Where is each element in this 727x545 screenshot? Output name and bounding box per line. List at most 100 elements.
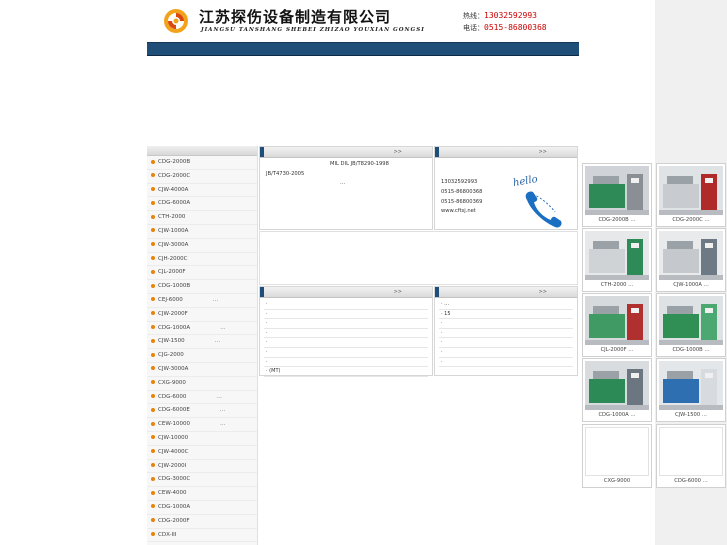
product-caption[interactable]: CDG-1000A …: [583, 412, 651, 418]
faq-list-item[interactable]: ·: [439, 329, 573, 339]
product-list-item[interactable]: CDG-1000A: [147, 501, 257, 515]
bullet-icon: [151, 518, 155, 523]
panel-header: >>: [260, 287, 432, 298]
machine-photo-icon[interactable]: [585, 166, 649, 215]
news-list-item[interactable]: ·: [264, 338, 428, 348]
product-list-item[interactable]: CJW-3000A: [147, 363, 257, 377]
bullet-icon: [151, 325, 155, 330]
product-list-item[interactable]: CDG-1000A…: [147, 322, 257, 336]
product-card[interactable]: CXG-9000: [582, 424, 652, 488]
machine-photo-icon[interactable]: [659, 231, 723, 280]
product-caption[interactable]: CDG-6000 …: [657, 478, 725, 484]
product-card[interactable]: CJW-1500 …: [656, 358, 726, 422]
faq-list: · … · 15 · · · · ·: [435, 298, 577, 369]
news-list-item[interactable]: ·: [264, 300, 428, 310]
product-caption[interactable]: CJW-1000A …: [657, 282, 725, 288]
news-list-item[interactable]: ·: [264, 310, 428, 320]
product-list-item[interactable]: CDG-1000B: [147, 280, 257, 294]
machine-photo-icon[interactable]: [585, 296, 649, 345]
product-list-item[interactable]: CDG-6000…: [147, 391, 257, 405]
product-list-label: CJW-3000A: [158, 365, 189, 372]
product-list-item[interactable]: CEW-4000: [147, 487, 257, 501]
news-list-item[interactable]: ·: [264, 329, 428, 339]
product-list-item[interactable]: CJL-2000F: [147, 266, 257, 281]
bullet-icon: [151, 435, 155, 440]
product-list-item[interactable]: CXG-9000: [147, 377, 257, 391]
product-card[interactable]: CJW-1000A …: [656, 228, 726, 292]
news-list-item[interactable]: ·: [264, 348, 428, 358]
product-list-item[interactable]: CJW-4000C: [147, 446, 257, 460]
more-link[interactable]: >>: [539, 289, 547, 295]
company-logo-icon[interactable]: [163, 8, 189, 34]
product-card[interactable]: CDG-6000 …: [656, 424, 726, 488]
product-list-item[interactable]: CJW-1000A: [147, 225, 257, 239]
machine-photo-icon[interactable]: [659, 296, 723, 345]
product-card[interactable]: CDG-2000B …: [582, 163, 652, 227]
product-list-item[interactable]: CJW-3000A: [147, 239, 257, 253]
bullet-icon: [151, 297, 155, 302]
faq-list-item[interactable]: · …: [439, 300, 573, 310]
about-line: JB/T4730-2005: [266, 170, 305, 177]
product-card[interactable]: CDG-1000B …: [656, 293, 726, 357]
product-list-item[interactable]: CJW-2000I: [147, 460, 257, 474]
product-caption[interactable]: CDG-1000B …: [657, 347, 725, 353]
news-list-item[interactable]: ·: [264, 358, 428, 368]
faq-list-item[interactable]: ·: [439, 338, 573, 348]
product-list-label: CDG-2000B: [158, 159, 191, 165]
product-caption[interactable]: CJW-1500 …: [657, 412, 725, 418]
banner-area: [147, 56, 655, 146]
product-list-item[interactable]: CJW-1500…: [147, 335, 257, 350]
product-caption[interactable]: CXG-9000: [583, 478, 651, 484]
bullet-icon: [151, 228, 155, 233]
product-list-item[interactable]: CDG-2000C: [147, 170, 257, 184]
faq-list-item[interactable]: · 15: [439, 310, 573, 320]
product-card[interactable]: CJL-2000F …: [582, 293, 652, 357]
product-list-item[interactable]: CDX-III: [147, 529, 257, 543]
product-list-label: CJW-1000A: [158, 227, 189, 234]
product-list-item[interactable]: CDG-2000B: [147, 156, 257, 170]
product-list-item[interactable]: CDG-6000A: [147, 197, 257, 212]
hotline-label: 热线：: [463, 12, 484, 20]
product-list-item[interactable]: CDG-2000F: [147, 515, 257, 529]
product-caption[interactable]: CDG-2000B …: [583, 217, 651, 223]
product-list-item[interactable]: CDG-6000E…: [147, 404, 257, 419]
product-image-placeholder[interactable]: [659, 427, 723, 476]
nav-bar[interactable]: [147, 42, 579, 56]
product-list-item[interactable]: CJW-2000F: [147, 308, 257, 322]
panel-marker: [260, 147, 264, 157]
news-list-item[interactable]: ·: [264, 319, 428, 329]
faq-list-item[interactable]: ·: [439, 348, 573, 358]
news-list-item[interactable]: · (MT): [264, 367, 428, 377]
product-list-label: CDG-2000F: [158, 517, 190, 524]
bullet-icon: [151, 173, 155, 178]
machine-photo-icon[interactable]: [659, 166, 723, 215]
panel-marker: [435, 147, 439, 157]
more-link[interactable]: >>: [539, 149, 547, 155]
product-list-item[interactable]: CTH-2000: [147, 211, 257, 225]
machine-photo-icon[interactable]: [659, 361, 723, 410]
product-list-item[interactable]: CDG-3000C: [147, 473, 257, 488]
product-caption[interactable]: CTH-2000 …: [583, 282, 651, 288]
more-link[interactable]: >>: [394, 289, 402, 295]
machine-photo-icon[interactable]: [585, 231, 649, 280]
product-card[interactable]: CDG-2000C …: [656, 163, 726, 227]
product-list-item[interactable]: CJW-4000A: [147, 184, 257, 198]
product-list-item[interactable]: CEW-10000…: [147, 418, 257, 432]
product-image-placeholder[interactable]: [585, 427, 649, 476]
product-list-item[interactable]: CEJ-6000…: [147, 294, 257, 308]
product-list-label: CJL-2000F: [158, 269, 186, 276]
product-list-item[interactable]: CJG-2000: [147, 349, 257, 363]
machine-photo-icon[interactable]: [585, 361, 649, 410]
more-link[interactable]: >>: [394, 149, 402, 155]
bullet-icon: [151, 311, 155, 316]
product-list-item[interactable]: CJW-10000: [147, 432, 257, 446]
product-caption[interactable]: CJL-2000F …: [583, 347, 651, 353]
faq-list-item[interactable]: ·: [439, 319, 573, 329]
product-card[interactable]: CDG-1000A …: [582, 358, 652, 422]
bullet-icon: [151, 256, 155, 261]
product-list-label: CJW-10000: [158, 434, 189, 441]
product-caption[interactable]: CDG-2000C …: [657, 217, 725, 223]
faq-list-item[interactable]: ·: [439, 358, 573, 368]
product-card[interactable]: CTH-2000 …: [582, 228, 652, 292]
product-list-item[interactable]: CJH-2000C: [147, 253, 257, 267]
